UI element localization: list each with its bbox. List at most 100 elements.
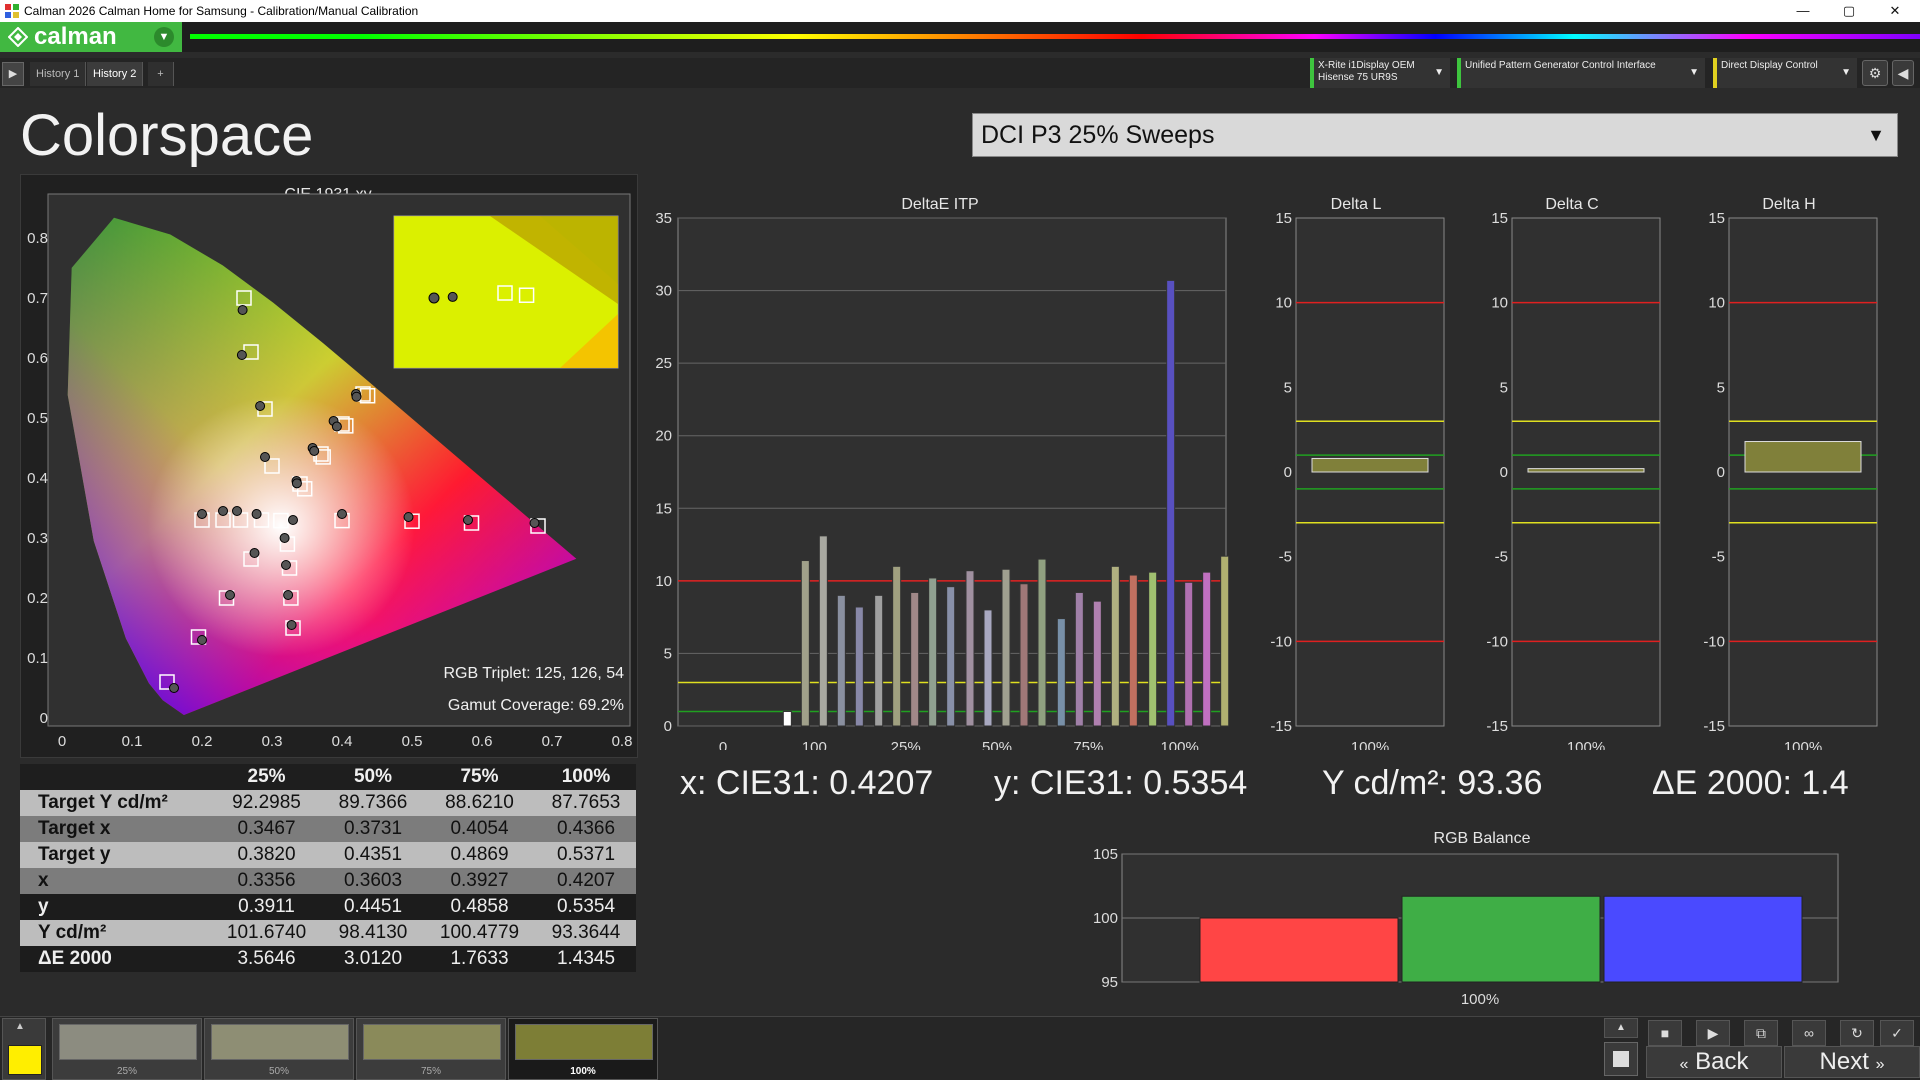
cie-measured-point — [251, 509, 262, 519]
table-cell: 0.3731 — [323, 816, 423, 842]
play-icon[interactable]: ▶ — [1696, 1020, 1730, 1046]
table-cell: 0.5371 — [536, 842, 636, 868]
table-cell: 0.4207 — [536, 868, 636, 894]
cie-x-tick-label: 0.1 — [122, 733, 143, 750]
table-cell: 0.5354 — [536, 894, 636, 920]
table-cell: 3.5646 — [210, 946, 324, 972]
stop-icon[interactable]: ■ — [1648, 1020, 1682, 1046]
table-row: y 0.3911 0.4451 0.4858 0.5354 — [20, 894, 636, 920]
patch-color — [211, 1024, 349, 1060]
cie-measured-point — [255, 401, 266, 411]
delta-y-tick-label: 0 — [1500, 464, 1508, 481]
cie-y-tick-label: 0.8 — [27, 230, 48, 247]
deltae-bar — [854, 606, 864, 727]
chevron-up-icon[interactable]: ▲ — [1604, 1018, 1638, 1038]
deltae-bar — [1074, 591, 1084, 727]
deltae-bar — [1128, 574, 1138, 727]
tab-history-1[interactable]: History 1 — [30, 62, 87, 86]
cie-x-tick-label: 0.6 — [472, 733, 493, 750]
check-icon[interactable]: ✓ — [1880, 1020, 1914, 1046]
workflow-select-value: DCI P3 25% Sweeps — [981, 121, 1215, 149]
meter-name: X-Rite i1Display OEM — [1318, 60, 1415, 71]
delta-y-tick-label: -10 — [1703, 633, 1725, 650]
cie-y-tick-label: 0 — [40, 710, 48, 727]
stop-square-icon — [1613, 1051, 1629, 1067]
cie-x-tick-label: 0.8 — [612, 733, 633, 750]
table-cell: 0.4351 — [323, 842, 423, 868]
close-button[interactable]: ✕ — [1872, 0, 1918, 22]
stop-measure-button[interactable] — [1604, 1042, 1638, 1076]
current-color-swatch — [8, 1045, 42, 1075]
calman-menu-button[interactable]: calman ▼ — [0, 22, 182, 52]
deltae-y-tick-label: 20 — [655, 428, 672, 445]
patch-swatch[interactable]: 100% — [508, 1018, 658, 1080]
gear-icon[interactable]: ⚙ — [1862, 60, 1888, 86]
collapse-arrow-icon[interactable]: ◀ — [1892, 60, 1914, 86]
delta-y-tick-label: 5 — [1500, 379, 1508, 396]
deltae-x-tick-label: 75% — [1073, 739, 1103, 750]
logo-text: calman — [34, 23, 117, 50]
cie-measured-point — [225, 590, 235, 600]
read-series-icon[interactable]: ⧉ — [1744, 1020, 1778, 1046]
deltae-bar — [1056, 618, 1066, 727]
meter-selector[interactable]: X-Rite i1Display OEM Hisense 75 UR9S ▼ — [1310, 58, 1450, 88]
next-button[interactable]: Next » — [1784, 1046, 1920, 1078]
patch-color — [515, 1024, 653, 1060]
tab-history-2[interactable]: History 2 — [87, 62, 144, 86]
table-cell: 0.4054 — [422, 816, 537, 842]
chevron-down-icon: ▼ — [1867, 125, 1885, 145]
deltae-x-tick-label: 25% — [891, 739, 921, 750]
cie-x-tick-label: 0.5 — [402, 733, 423, 750]
pattern-generator-selector[interactable]: Unified Pattern Generator Control Interf… — [1457, 58, 1705, 88]
display-control-selector[interactable]: Direct Display Control ▼ — [1713, 58, 1857, 88]
cie-measured-point — [331, 421, 342, 432]
delta-y-tick-label: 10 — [1275, 295, 1292, 312]
patch-swatch[interactable]: 25% — [52, 1018, 202, 1080]
delta-y-tick-label: 5 — [1717, 379, 1725, 396]
deltae-bar — [1037, 558, 1047, 727]
rgb-bar-g — [1401, 895, 1601, 983]
patch-swatch[interactable]: 50% — [204, 1018, 354, 1080]
delta-y-tick-label: -10 — [1270, 633, 1292, 650]
patch-color — [363, 1024, 501, 1060]
table-cell: 0.3356 — [210, 868, 324, 894]
delta-y-tick-label: 10 — [1708, 295, 1725, 312]
add-tab-button[interactable]: + — [148, 62, 174, 86]
cie-x-tick-label: 0.2 — [192, 733, 213, 750]
deltae-itp-chart: 0 5 10 15 20 25 30 35 0 100 25% 50% 75% 100% — [655, 210, 1230, 750]
cie-measured-point — [281, 560, 291, 570]
maximize-button[interactable]: ▢ — [1826, 0, 1872, 22]
deltae-bar — [782, 710, 792, 727]
chevron-up-icon[interactable]: ▲ — [15, 1021, 25, 1032]
cie-measured-point — [463, 515, 473, 525]
table-row: ΔE 2000 3.5646 3.0120 1.7633 1.4345 — [20, 946, 636, 972]
patch-color — [59, 1024, 197, 1060]
deltae-bar — [965, 570, 975, 727]
next-arrow-icon: » — [1875, 1056, 1885, 1073]
zoom-measured-point — [428, 292, 440, 304]
rgb-y-tick-label: 105 — [1093, 846, 1118, 863]
table-cell: 0.3467 — [210, 816, 324, 842]
cie-measured-point — [232, 506, 242, 516]
readout-y: y: CIE31: 0.5354 — [994, 764, 1248, 802]
minimize-button[interactable]: — — [1780, 0, 1826, 22]
play-arrow-icon[interactable]: ▶ — [2, 62, 24, 86]
table-row-label: ΔE 2000 — [20, 946, 210, 972]
workflow-select[interactable]: DCI P3 25% Sweeps ▼ — [972, 113, 1898, 157]
cie-measured-point — [169, 683, 179, 693]
patch-swatch[interactable]: 75% — [356, 1018, 506, 1080]
refresh-icon[interactable]: ↻ — [1840, 1020, 1874, 1046]
generator-name: Unified Pattern Generator Control Interf… — [1465, 60, 1656, 71]
cie-measured-point — [197, 509, 207, 519]
table-column-header: 100% — [536, 764, 636, 790]
cie-measured-point — [286, 620, 297, 630]
continuous-read-icon[interactable]: ∞ — [1792, 1020, 1826, 1046]
cie-y-tick-label: 0.4 — [27, 470, 48, 487]
table-cell: 100.4779 — [422, 920, 537, 946]
deltae-x-tick-label: 50% — [982, 739, 1012, 750]
cie-measured-point — [260, 452, 270, 462]
back-button[interactable]: « Back — [1646, 1046, 1782, 1078]
cie-measured-point — [288, 515, 298, 525]
table-row: Y cd/m² 101.6740 98.4130 100.4779 93.3644 — [20, 920, 636, 946]
table-cell: 88.6210 — [422, 790, 537, 816]
